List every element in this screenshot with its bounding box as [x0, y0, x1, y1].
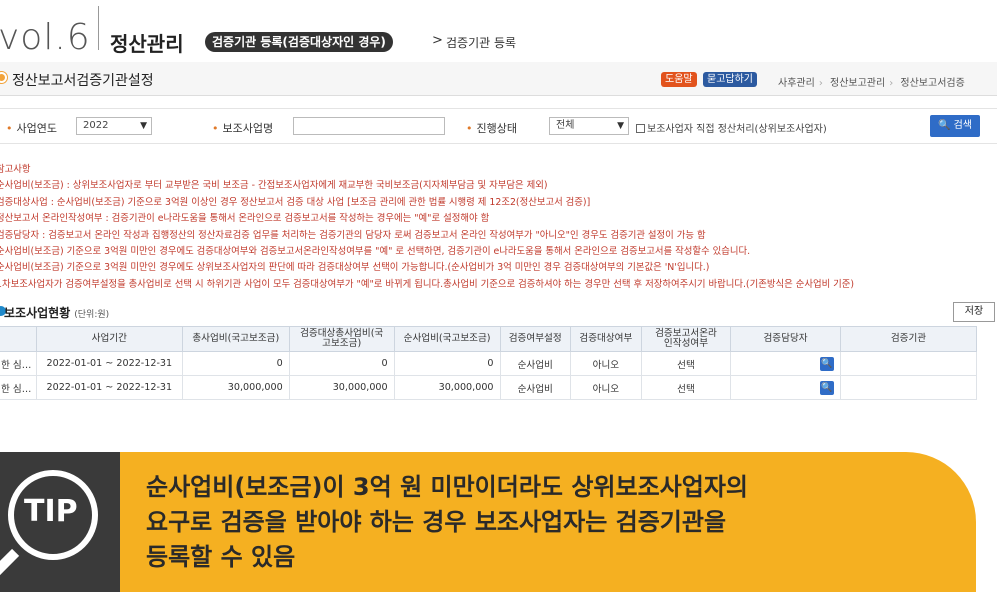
column-header: 검증보고서온라인작성여부: [640, 326, 732, 352]
notes: 참고사항 순사업비(보조금) : 상위보조사업자로 부터 교부받은 국비 보조금…: [0, 162, 854, 293]
breadcrumb-pill: 검증기관 등록(검증대상자인 경우): [205, 32, 393, 52]
year-select[interactable]: 2022 ▼: [76, 117, 152, 135]
column-header: 사업기간: [35, 326, 183, 352]
unit-label: (단위:원): [74, 310, 110, 320]
column-header: 검증기관: [839, 326, 978, 352]
search-button-label: 검색: [953, 120, 973, 131]
cell-period: 2022-01-01 ~ 2022-12-31: [35, 375, 183, 400]
status-select-value: 전체: [556, 120, 575, 131]
tip-text: 순사업비(보조금)이 3억 원 미만이더라도 상위보조사업자의 요구로 검증을 …: [146, 470, 748, 575]
column-header: 검증여부설정: [499, 326, 571, 352]
note-line: 검증담당자 : 검증보고서 온라인 작성과 집행정산의 정산자료검증 업무를 처…: [0, 229, 706, 241]
status-select[interactable]: 전체 ▼: [549, 117, 629, 135]
table-title-text: 보조사업현황: [4, 306, 71, 320]
cell-manager: 🔍: [730, 375, 841, 400]
table-row[interactable]: 한 심… 2022-01-01 ~ 2022-12-31 30,000,000 …: [0, 375, 978, 400]
chevron-down-icon: ▼: [617, 121, 624, 131]
breadcrumb-item[interactable]: 정산보고서검증: [900, 78, 964, 89]
cell-online-select[interactable]: 선택: [640, 351, 732, 376]
breadcrumb-separator: >: [432, 33, 443, 48]
help-button[interactable]: 도움말: [661, 72, 697, 87]
volume-label: vol.6: [0, 17, 91, 58]
tip-line: 등록할 수 있음: [146, 543, 296, 571]
year-label: 사업연도: [6, 120, 57, 136]
app-screen: 정산보고서검증기관설정 도움말 묻고답하기 사후관리 › 정산보고관리 › 정산보고…: [0, 62, 997, 457]
cell-agency: [839, 375, 978, 400]
cell-verify-target[interactable]: 아니오: [569, 375, 642, 400]
page: vol.6 정산관리 검증기관 등록(검증대상자인 경우) > 검증기관 등록 …: [0, 0, 997, 592]
breadcrumb-separator: ›: [889, 78, 894, 89]
table-title: 보조사업현황 (단위:원): [4, 304, 109, 321]
table-row[interactable]: 한 심… 2022-01-01 ~ 2022-12-31 0 0 0 순사업비 …: [0, 351, 978, 376]
subsidy-name-label: 보조사업명: [212, 120, 274, 136]
save-button[interactable]: 저장: [953, 302, 995, 322]
divider: [98, 6, 99, 50]
header-banner: vol.6 정산관리 검증기관 등록(검증대상자인 경우) > 검증기관 등록: [0, 0, 997, 60]
qa-button[interactable]: 묻고답하기: [703, 72, 757, 87]
year-select-value: 2022: [83, 120, 109, 131]
subsidy-table: 사업기간 총사업비(국고보조금) 검증대상총사업비(국고보조금) 순사업비(국고…: [0, 326, 978, 400]
table-header-row: 사업기간 총사업비(국고보조금) 검증대상총사업비(국고보조금) 순사업비(국고…: [0, 326, 978, 352]
search-icon[interactable]: 🔍: [819, 380, 834, 395]
tip-line: 요구로 검증을 받아야 하는 경우 보조사업자는 검증기관을: [146, 508, 727, 536]
direct-settlement-checkbox[interactable]: 보조사업자 직접 정산처리(상위보조사업자): [636, 120, 827, 135]
cell-name: 한 심…: [0, 375, 37, 400]
column-header: [0, 326, 37, 352]
subsidy-name-input[interactable]: [293, 117, 445, 135]
search-icon: 🔍: [937, 120, 951, 131]
cell-period: 2022-01-01 ~ 2022-12-31: [35, 351, 183, 376]
screen-header: 정산보고서검증기관설정 도움말 묻고답하기 사후관리 › 정산보고관리 › 정산보고…: [0, 62, 997, 96]
search-icon[interactable]: 🔍: [819, 356, 834, 371]
search-button[interactable]: 🔍 검색: [930, 115, 980, 137]
note-line: 1차보조사업자가 검증여부설정을 총사업비로 선택 시 하위기관 사업이 모두 …: [0, 278, 855, 290]
cell-name: 한 심…: [0, 351, 37, 376]
tip-line: 순사업비(보조금)이 3억 원 미만이더라도 상위보조사업자의: [146, 473, 748, 501]
cell-manager: 🔍: [730, 351, 841, 376]
note-line: 순사업비(보조금) : 상위보조사업자로 부터 교부받은 국비 보조금 - 간접…: [0, 180, 548, 192]
tip-icon-label: TIP: [24, 494, 78, 529]
breadcrumb-current: 검증기관 등록: [446, 36, 517, 50]
tip-bar: TIP 순사업비(보조금)이 3억 원 미만이더라도 상위보조사업자의 요구로 …: [0, 452, 997, 592]
page-title: 정산보고서검증기관설정: [12, 73, 154, 89]
note-line: 순사업비(보조금) 기준으로 3억원 미만인 경우에도 검증대상여부와 검증보고…: [0, 246, 751, 258]
section-title: 정산관리: [110, 32, 184, 56]
cell-total: 30,000,000: [181, 375, 290, 400]
column-header: 검증담당자: [730, 326, 841, 352]
breadcrumb: 사후관리 › 정산보고관리 › 정산보고서검증: [778, 74, 969, 89]
cell-verify-target[interactable]: 아니오: [569, 351, 642, 376]
note-line: 정산보고서 온라인작성여부 : 검증기관이 e나라도움을 통해서 온라인으로 검…: [0, 213, 490, 225]
cell-net: 0: [393, 351, 501, 376]
column-header: 총사업비(국고보조금): [181, 326, 290, 352]
cell-online-select[interactable]: 선택: [640, 375, 732, 400]
cell-verify-total: 0: [288, 351, 395, 376]
note-line: 참고사항: [0, 164, 31, 175]
cell-agency: [839, 351, 978, 376]
chevron-down-icon: ▼: [140, 121, 147, 131]
search-bar: 사업연도 2022 ▼ 보조사업명 진행상태 전체 ▼ 보조사업자 직접 정산처…: [0, 108, 997, 144]
note-line: 순사업비(보조금) 기준으로 3억원 미만인 경우에도 상위보조사업자의 판단에…: [0, 262, 710, 274]
breadcrumb-item[interactable]: 정산보고관리: [830, 78, 885, 89]
column-header: 검증대상총사업비(국고보조금): [288, 326, 395, 352]
column-header: 검증대상여부: [569, 326, 642, 352]
status-label: 진행상태: [466, 120, 517, 136]
breadcrumb-separator: ›: [818, 78, 823, 89]
direct-settlement-label: 보조사업자 직접 정산처리(상위보조사업자): [647, 124, 827, 135]
title-bullet-icon: [0, 72, 7, 83]
column-header: 순사업비(국고보조금): [393, 326, 501, 352]
checkbox-icon[interactable]: [636, 124, 645, 133]
cell-verify-setting[interactable]: 순사업비: [499, 351, 571, 376]
note-line: 검증대상사업 : 순사업비(보조금) 기준으로 3억원 이상인 경우 정산보고서…: [0, 196, 591, 208]
cell-net: 30,000,000: [393, 375, 501, 400]
cell-total: 0: [181, 351, 290, 376]
cell-verify-total: 30,000,000: [288, 375, 395, 400]
breadcrumb-item[interactable]: 사후관리: [778, 78, 815, 89]
cell-verify-setting[interactable]: 순사업비: [499, 375, 571, 400]
